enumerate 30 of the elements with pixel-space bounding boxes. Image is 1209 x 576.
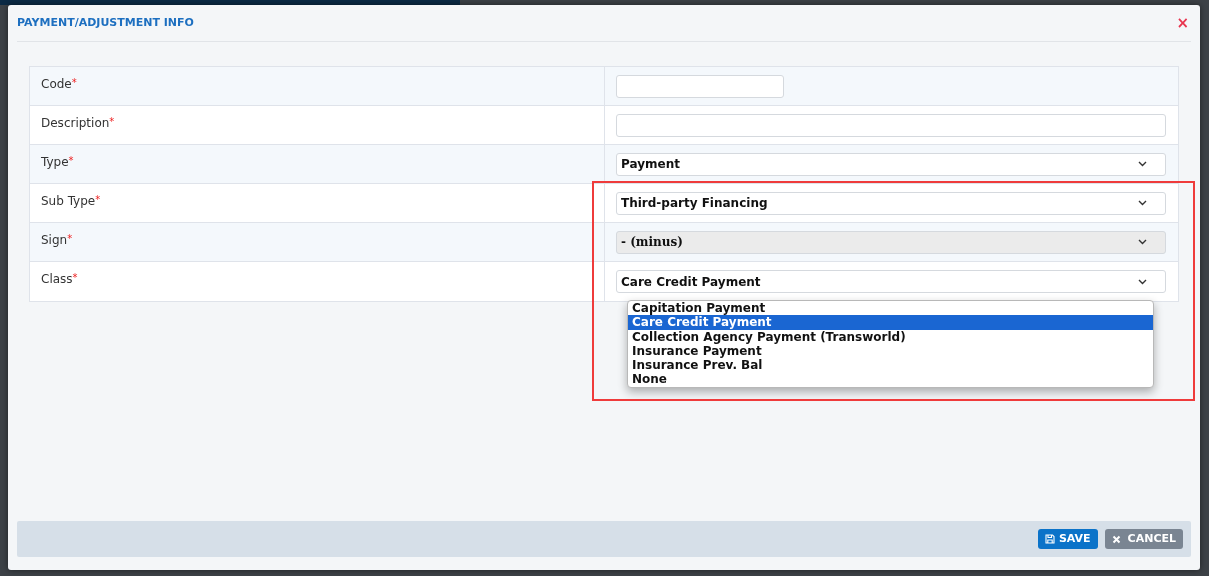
select-value: - (minus)	[621, 234, 683, 251]
chevron-icon	[1138, 278, 1147, 285]
dropdown-option[interactable]: Insurance Prev. Bal	[628, 358, 1153, 373]
dropdown-option[interactable]: Capitation Payment	[628, 301, 1153, 316]
cancel-button[interactable]: CANCEL	[1104, 529, 1183, 549]
text-field[interactable]	[616, 74, 784, 98]
field-label: Code*	[41, 77, 77, 91]
select-field[interactable]: Payment	[616, 152, 1166, 176]
dropdown-option[interactable]: None	[628, 372, 1153, 387]
select-field[interactable]: Third-party Financing	[616, 191, 1166, 215]
close-button[interactable]: ×	[1176, 15, 1189, 31]
field-label: Description*	[41, 116, 115, 130]
text-field[interactable]	[616, 113, 1166, 137]
field-label: Sub Type*	[41, 194, 101, 208]
chevron-icon	[1138, 161, 1147, 167]
chevron-icon	[1138, 200, 1147, 206]
field-label: Class*	[41, 272, 78, 286]
select-value: Payment	[621, 156, 680, 173]
close-icon	[1111, 534, 1121, 544]
select-field[interactable]: Care Credit Payment	[616, 270, 1166, 293]
chevron-icon	[1138, 239, 1147, 245]
save-button[interactable]: SAVE	[1037, 529, 1098, 549]
field-label: Sign*	[41, 233, 73, 247]
dropdown-option[interactable]: Care Credit Payment	[628, 315, 1153, 330]
select-value: Third-party Financing	[621, 195, 768, 212]
dialog-title: PAYMENT/ADJUSTMENT INFO	[17, 14, 194, 31]
dropdown-option[interactable]: Insurance Payment	[628, 343, 1153, 359]
field-label: Type*	[41, 155, 74, 169]
select-value: Care Credit Payment	[621, 273, 761, 291]
dropdown-option[interactable]: Collection Agency Payment (Transworld)	[628, 329, 1153, 344]
